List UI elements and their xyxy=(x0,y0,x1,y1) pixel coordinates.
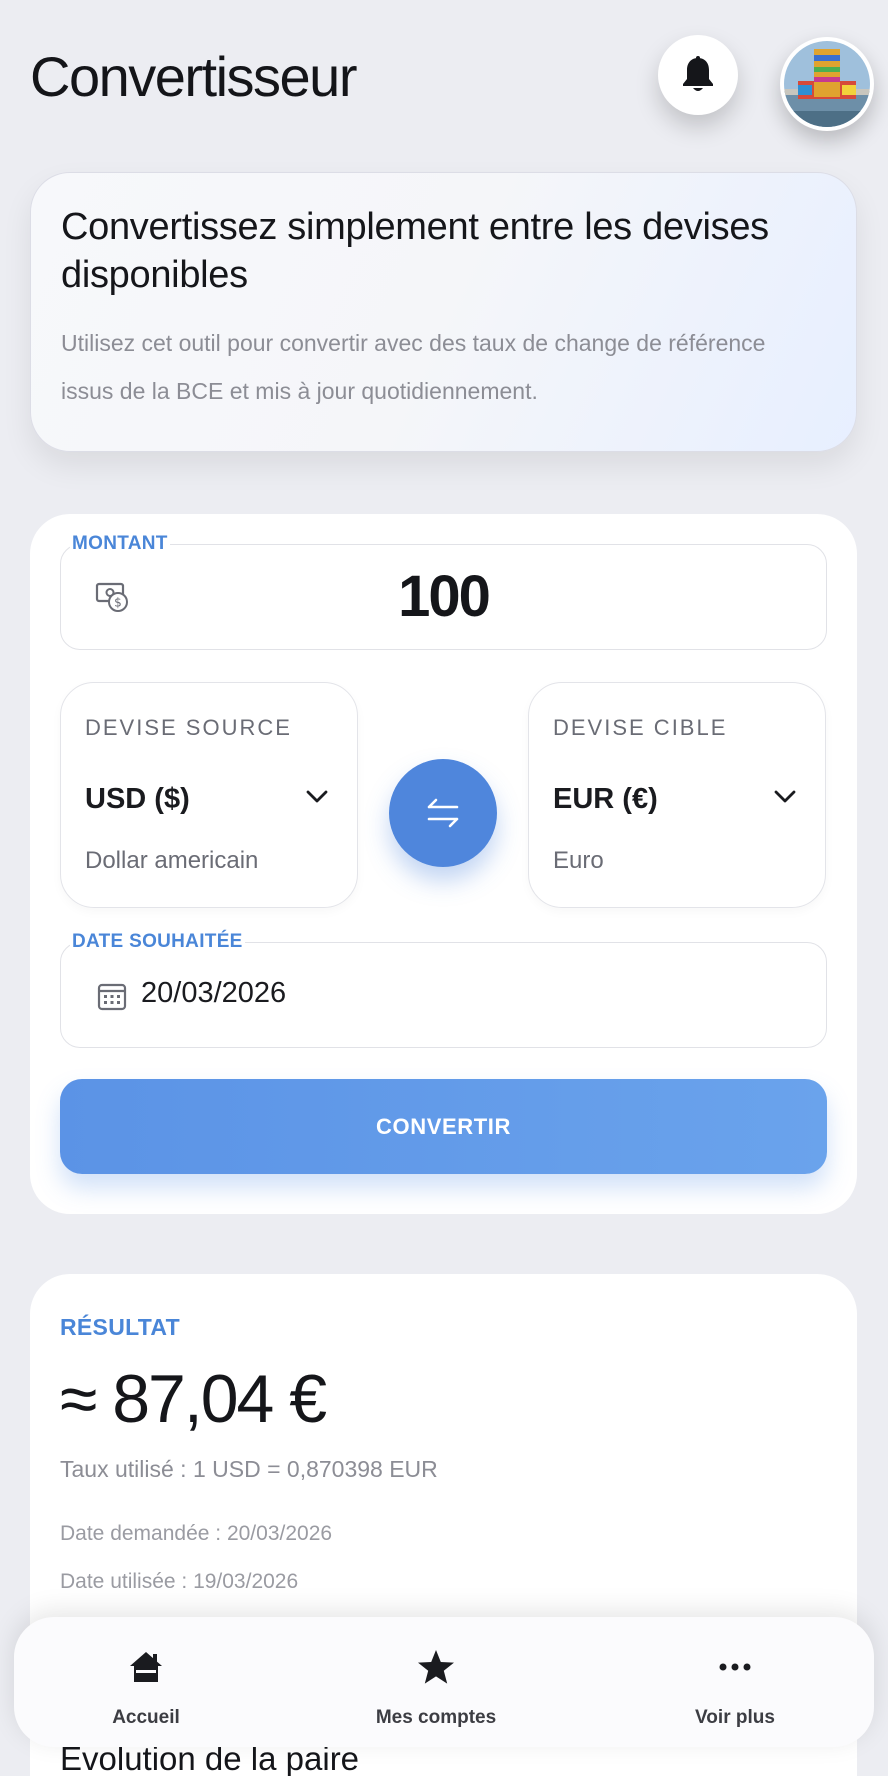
date-field[interactable]: 20/03/2026 xyxy=(60,942,827,1048)
date-value: 20/03/2026 xyxy=(141,977,287,1009)
nav-item-mes-comptes[interactable]: Mes comptes xyxy=(336,1617,536,1747)
star-icon xyxy=(417,1647,455,1687)
notifications-button[interactable] xyxy=(658,35,738,115)
page-title: Convertisseur xyxy=(30,45,357,108)
date-label: DATE SOUHAITÉE xyxy=(70,931,245,953)
target-currency-label: DEVISE CIBLE xyxy=(553,715,728,740)
requested-date-text: Date demandée : 20/03/2026 xyxy=(60,1522,333,1545)
exchange-rate-text: Taux utilisé : 1 USD = 0,870398 EUR xyxy=(60,1456,438,1482)
amount-value: 100 xyxy=(398,564,491,629)
avatar[interactable] xyxy=(780,37,874,131)
header: Convertisseur xyxy=(0,0,888,150)
convert-button[interactable]: CONVERTIR xyxy=(60,1079,827,1174)
target-currency-code: EUR (€) xyxy=(553,783,658,815)
amount-label: MONTANT xyxy=(70,533,170,555)
source-currency-label: DEVISE SOURCE xyxy=(85,715,292,740)
intro-title: Convertissez simplement entre les devise… xyxy=(61,206,769,296)
calendar-icon xyxy=(97,981,127,1016)
source-currency-select[interactable]: DEVISE SOURCE USD ($) Dollar americain xyxy=(60,682,358,908)
bell-icon xyxy=(683,56,713,91)
result-label: RÉSULTAT xyxy=(60,1314,180,1340)
intro-description: Utilisez cet outil pour convertir avec d… xyxy=(61,330,766,404)
swap-icon xyxy=(427,798,459,828)
nav-label-voir-plus: Voir plus xyxy=(695,1707,775,1728)
amount-field[interactable]: $ 100 xyxy=(60,544,827,650)
avatar-image xyxy=(784,41,870,127)
converter-form: $ 100 MONTANT DEVISE SOURCE USD ($) Doll… xyxy=(30,514,857,1214)
chevron-down-icon xyxy=(773,789,797,810)
target-currency-name: Euro xyxy=(553,847,604,874)
intro-card: Convertissez simplement entre les devise… xyxy=(30,172,857,452)
nav-label-mes-comptes: Mes comptes xyxy=(375,1707,497,1728)
nav-item-accueil[interactable]: Accueil xyxy=(46,1617,246,1747)
source-currency-code: USD ($) xyxy=(85,783,190,815)
nav-label-accueil: Accueil xyxy=(112,1707,180,1728)
bottom-navigation: Accueil Mes comptes Voir plus xyxy=(14,1617,874,1747)
more-icon xyxy=(719,1647,751,1687)
swap-currencies-button[interactable] xyxy=(389,759,497,867)
used-date-text: Date utilisée : 19/03/2026 xyxy=(60,1570,299,1593)
nav-item-voir-plus[interactable]: Voir plus xyxy=(635,1617,835,1747)
source-currency-name: Dollar americain xyxy=(85,847,259,874)
chevron-down-icon xyxy=(305,789,329,810)
home-icon xyxy=(128,1647,164,1687)
result-value: ≈ 87,04 € xyxy=(60,1361,327,1437)
target-currency-select[interactable]: DEVISE CIBLE EUR (€) Euro xyxy=(528,682,826,908)
